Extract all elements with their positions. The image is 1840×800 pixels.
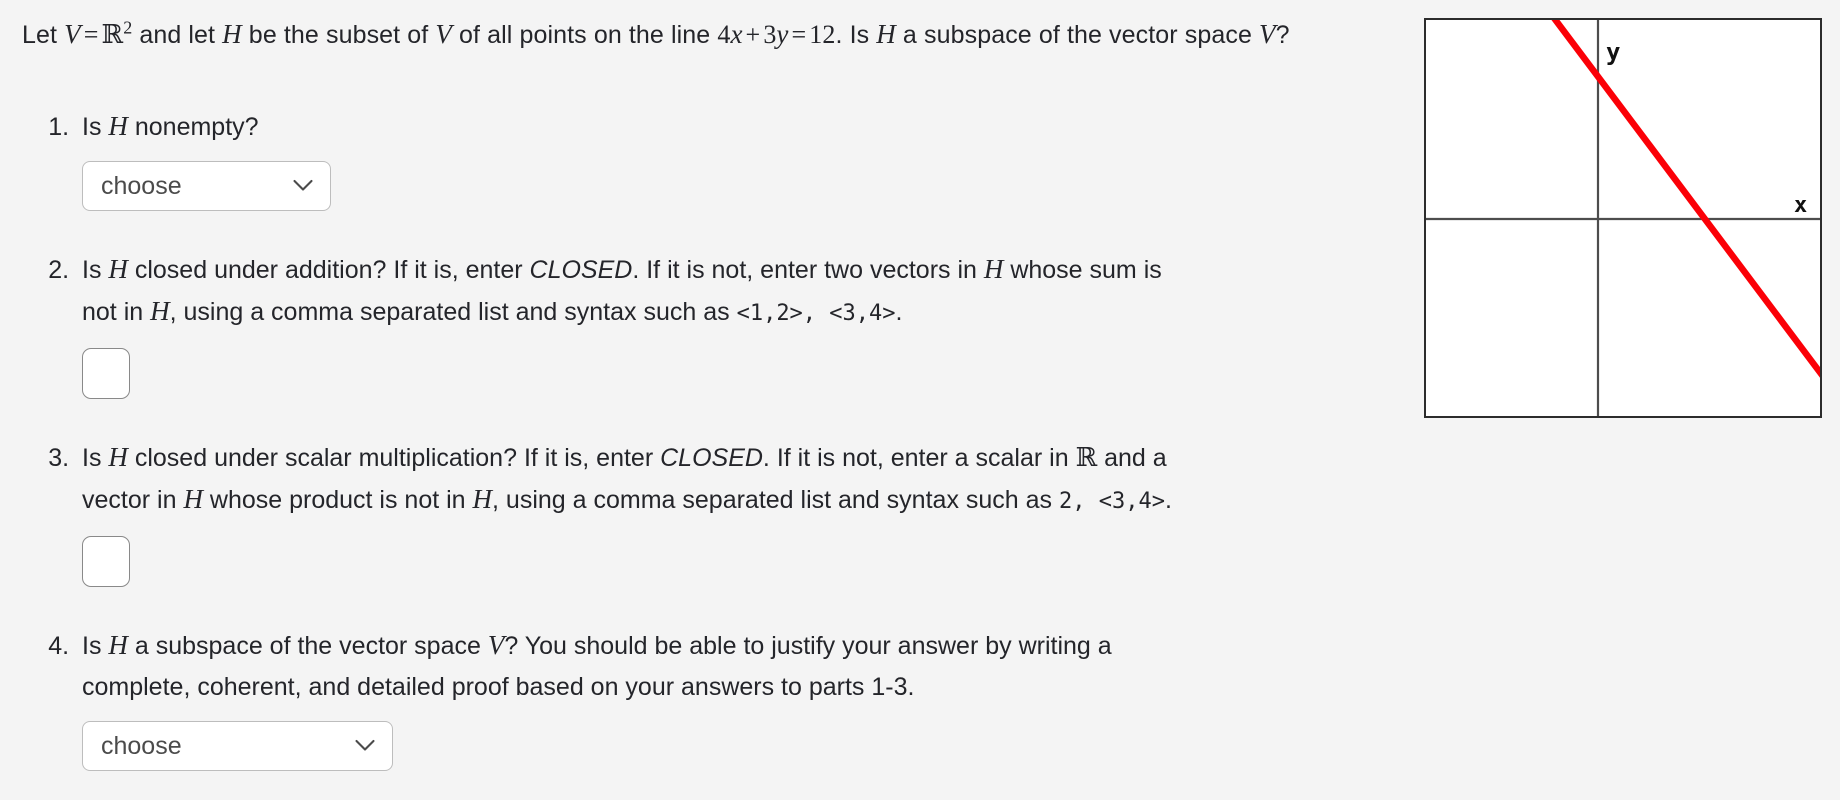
q2-part-b: closed under addition? If it is, enter [127,256,530,284]
symbol-V: V [487,630,505,660]
question-item-1: Is H nonempty? choose [76,106,1382,211]
q3-part-g: . [1164,486,1172,514]
q4-part-a: Is [82,632,109,660]
coefficient-3: 3 [763,20,777,49]
variable-y: y [776,19,789,49]
question-item-4: Is H a subspace of the vector space V? Y… [76,625,1382,771]
question-item-3: Is H closed under scalar multiplication?… [76,437,1382,587]
problem-statement: Let V = ℝ2 and let H be the subset of V of… [22,14,1352,56]
graph-svg: y x [1426,20,1820,416]
symbol-H: H [472,484,493,514]
variable-x: x [730,19,743,49]
constant-12: 12 [809,20,836,49]
q3-part-c: . If it is not, enter a scalar in [762,444,1076,472]
coefficient-4: 4 [717,20,731,49]
stem-mid-3: of all points on the line [451,21,718,49]
symbol-V: V [1259,19,1276,49]
problem-page: Let V = ℝ2 and let H be the subset of V of… [0,0,1840,800]
symbol-V: V [64,19,81,49]
question-4-text: Is H a subspace of the vector space V? Y… [82,625,1192,708]
symbol-H: H [108,254,128,284]
stem-mid-1: and let [132,21,223,49]
stem-mid-4: . Is [835,21,877,49]
symbol-H: H [150,296,170,326]
stem-mid-2: be the subset of [241,21,436,49]
symbol-H: H [983,254,1004,284]
q2-answer-input[interactable] [82,348,130,399]
question-1-text: Is H nonempty? [82,106,1192,148]
plus-sign: + [745,20,761,49]
q4-dropdown-wrap: choose [82,721,393,771]
stem-suffix: ? [1275,21,1290,49]
q3-part-b: closed under scalar multiplication? If i… [127,444,661,472]
symbol-H: H [876,19,896,49]
q2-part-f: . [895,298,903,326]
exponent-2: 2 [123,17,133,38]
stem-prefix: Let [22,21,65,49]
symbol-V: V [435,19,452,49]
question-3-text: Is H closed under scalar multiplication?… [82,437,1192,522]
q4-dropdown[interactable]: choose [82,721,393,771]
q2-part-e: , using a comma separated list and synta… [169,298,737,326]
q2-part-c: . If it is not, enter two vectors in [632,256,984,284]
symbol-reals: ℝ [1075,443,1098,473]
q3-answer-input[interactable] [82,536,130,587]
q3-part-a: Is [82,444,109,472]
symbol-H: H [108,442,128,472]
symbol-H: H [183,484,203,514]
q3-part-e: whose product is not in [202,486,473,514]
q2-part-a: Is [82,256,109,284]
graph-figure: y x [1424,18,1822,418]
symbol-H: H [108,630,128,660]
q3-part-f: , using a comma separated list and synta… [492,486,1059,514]
symbol-H: H [108,111,128,141]
y-axis-label: y [1606,38,1620,66]
question-2-text: Is H closed under addition? If it is, en… [82,249,1192,334]
q4-part-b: a subspace of the vector space [127,632,488,660]
symbol-reals: ℝ [101,20,124,50]
q1-part-a: Is [82,113,109,141]
keyword-closed: CLOSED [529,256,633,284]
q1-part-b: nonempty? [127,113,259,141]
q1-dropdown[interactable]: choose [82,161,331,211]
symbol-H: H [222,19,242,49]
q2-syntax-example: <1,2>, <3,4> [736,301,896,326]
stem-mid-5: a subspace of the vector space [895,21,1260,49]
problem-content: Let V = ℝ2 and let H be the subset of V of… [22,14,1382,771]
equals-sign: = [83,20,99,49]
q3-syntax-example: 2, <3,4> [1059,489,1165,514]
question-list: Is H nonempty? choose Is H closed under … [22,106,1382,771]
x-axis-label: x [1794,193,1807,218]
question-item-2: Is H closed under addition? If it is, en… [76,249,1382,399]
q1-dropdown-wrap: choose [82,161,331,211]
keyword-closed: CLOSED [660,444,763,472]
equals-sign: = [791,20,807,49]
